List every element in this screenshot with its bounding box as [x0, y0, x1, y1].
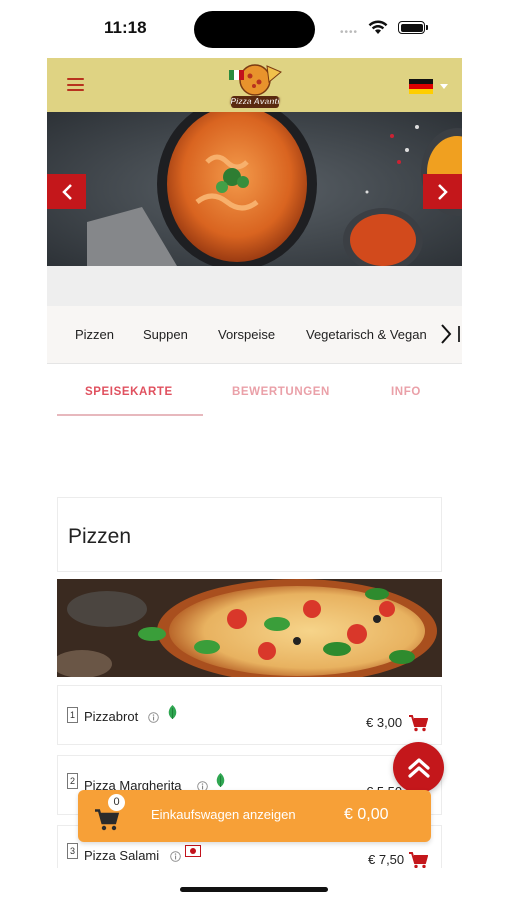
double-chevron-up-icon: [407, 757, 430, 778]
tab-info[interactable]: INFO: [391, 386, 421, 398]
menu-icon[interactable]: [67, 78, 84, 91]
category-vegetarisch-vegan[interactable]: Vegetarisch & Vegan: [306, 327, 427, 342]
app-content: Pizza Avanti Pizzen Suppen Vorspeise Veg…: [47, 58, 462, 868]
carousel-next-button[interactable]: [423, 174, 462, 209]
app-header: Pizza Avanti: [47, 58, 462, 112]
item-number: 3: [67, 843, 78, 859]
signal-icon: ••••: [340, 27, 359, 38]
chevron-right-icon[interactable]: [440, 322, 452, 346]
tab-info-label: INFO: [391, 386, 421, 398]
category-nav: Pizzen Suppen Vorspeise Vegetarisch & Ve…: [47, 306, 462, 364]
chevron-right-icon: [437, 183, 448, 200]
carousel-prev-button[interactable]: [47, 174, 86, 209]
vegetarian-leaf-icon: [216, 773, 225, 787]
shopping-cart-icon: [95, 809, 119, 831]
halal-badge-icon: [185, 845, 201, 857]
cart-total: € 0,00: [344, 806, 389, 823]
pizza-banner-image: [57, 579, 442, 677]
home-indicator[interactable]: [180, 887, 328, 892]
cart-count-badge: 0: [108, 794, 125, 811]
section-header-card: Pizzen: [57, 497, 442, 572]
status-time: 11:18: [104, 18, 147, 37]
info-icon[interactable]: [148, 712, 159, 723]
category-overflow: [458, 326, 460, 342]
chevron-down-icon[interactable]: [440, 84, 448, 89]
hero-spacer: [47, 266, 462, 306]
active-tab-indicator: [57, 414, 203, 416]
item-name: Pizza Salami: [84, 848, 160, 863]
section-title: Pizzen: [68, 525, 132, 548]
add-to-cart-icon[interactable]: [409, 715, 428, 732]
dynamic-island: [194, 11, 315, 48]
german-flag-icon[interactable]: [409, 79, 433, 94]
tab-speisekarte-label: SPEISEKARTE: [85, 386, 173, 398]
hero-carousel-image: [47, 112, 462, 266]
item-price: € 7,50: [368, 852, 405, 867]
info-icon[interactable]: [170, 851, 181, 862]
scroll-to-top-button[interactable]: [393, 742, 444, 793]
wifi-icon: [368, 20, 388, 34]
vegetarian-leaf-icon: [168, 705, 177, 719]
phone-screen: 11:18 •••• Pizza Avanti Pizzen Suppen Vo…: [0, 0, 507, 900]
item-number: 1: [67, 707, 78, 723]
item-number: 2: [67, 773, 78, 789]
logo-text: Pizza Avanti: [230, 96, 280, 106]
category-suppen[interactable]: Suppen: [143, 327, 188, 342]
item-name: Pizzabrot: [84, 709, 139, 724]
item-price: € 3,00: [366, 715, 403, 730]
tab-bewertungen-label: BEWERTUNGEN: [232, 386, 330, 398]
menu-item[interactable]: 1 Pizzabrot € 3,00: [57, 685, 442, 745]
category-vorspeise[interactable]: Vorspeise: [218, 327, 275, 342]
battery-icon: [398, 21, 428, 34]
chevron-left-icon: [61, 183, 72, 200]
cart-label: Einkaufswagen anzeigen: [151, 807, 296, 822]
view-cart-button[interactable]: 0 Einkaufswagen anzeigen € 0,00: [78, 790, 431, 842]
tab-bewertungen[interactable]: BEWERTUNGEN: [232, 386, 330, 398]
add-to-cart-icon[interactable]: [409, 852, 428, 868]
category-pizzen[interactable]: Pizzen: [75, 327, 114, 342]
tab-speisekarte[interactable]: SPEISEKARTE: [85, 386, 173, 398]
